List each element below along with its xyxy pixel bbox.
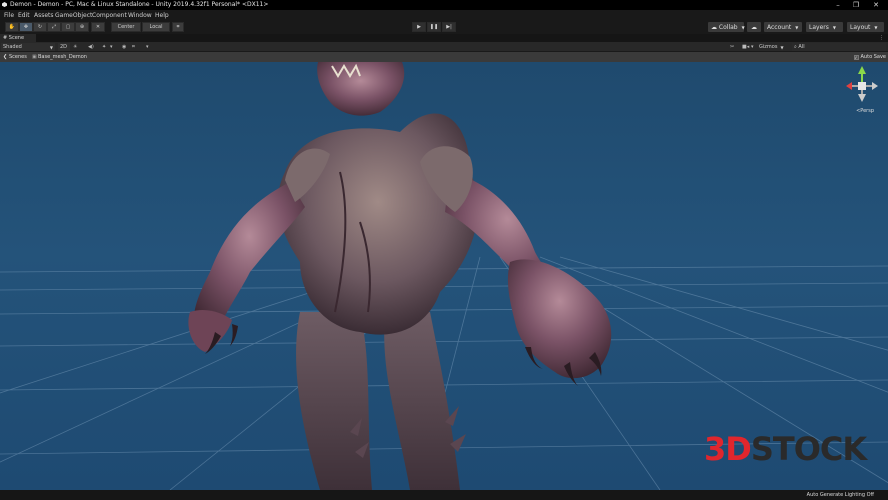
unity-logo-icon — [2, 2, 7, 7]
window-title: Demon - Demon - PC, Mac & Linux Standalo… — [10, 1, 269, 8]
minimize-button[interactable]: – — [830, 0, 846, 10]
rotate-tool-icon[interactable]: ↻ — [33, 22, 47, 32]
draw-mode-label: Shaded — [3, 44, 22, 50]
window-title-bar: Demon - Demon - PC, Mac & Linux Standalo… — [0, 0, 888, 10]
pivot-center-toggle[interactable]: Center — [111, 22, 141, 32]
pause-button[interactable]: ❚❚ — [427, 22, 441, 32]
auto-save-checkbox[interactable]: ✓ — [853, 54, 859, 60]
menu-bar: File Edit Assets GameObject Component Wi… — [0, 10, 888, 20]
collab-caret-icon: ▼ — [741, 24, 745, 30]
pivot-local-label: Local — [149, 24, 163, 30]
custom-tool-icon[interactable]: ✕ — [91, 22, 105, 32]
watermark-logo: 3DSTOCK — [704, 430, 867, 468]
demon-model — [188, 62, 612, 490]
menu-gameobject[interactable]: GameObject — [55, 12, 92, 19]
hidden-objects-icon[interactable]: ◉ — [122, 43, 126, 51]
status-bar: Auto Generate Lighting Off — [0, 490, 888, 500]
move-tool-icon[interactable]: ✥ — [19, 22, 33, 32]
scale-tool-icon[interactable]: ⤢ — [47, 22, 61, 32]
2d-toggle[interactable]: 2D — [58, 43, 70, 51]
grid-snap-icon[interactable]: ⌗ — [172, 22, 184, 32]
rect-tool-icon[interactable]: ▢ — [61, 22, 75, 32]
breadcrumb-object[interactable]: Base_mesh_Demon — [38, 54, 87, 60]
menu-component[interactable]: Component — [92, 12, 127, 19]
step-button[interactable]: ▶| — [442, 22, 456, 32]
scene-viewport[interactable]: <Persp — [0, 62, 888, 490]
layout-label: Layout — [850, 23, 871, 31]
effects-caret-icon[interactable]: ▾ — [110, 43, 113, 51]
account-dropdown[interactable]: Account ▼ — [764, 22, 802, 32]
scene-tab-icon: # — [3, 35, 8, 41]
auto-save-label: Auto Save — [860, 54, 886, 60]
scene-view-canvas — [0, 62, 888, 490]
maximize-button[interactable]: ❐ — [848, 0, 864, 10]
auto-save-toggle[interactable]: ✓ Auto Save — [853, 54, 886, 60]
scene-grid-caret-icon[interactable]: ▾ — [146, 43, 149, 51]
gizmos-caret-icon: ▼ — [780, 44, 784, 50]
tab-scene-label: Scene — [8, 35, 25, 41]
2d-label: 2D — [60, 44, 68, 50]
transform-tool-icon[interactable]: ⊕ — [75, 22, 89, 32]
breadcrumb: ❮ Scenes ▣ Base_mesh_Demon ✓ Auto Save — [0, 52, 888, 62]
layers-label: Layers — [809, 23, 829, 31]
pivot-center-label: Center — [117, 24, 135, 30]
collab-label: Collab — [718, 23, 738, 31]
main-toolbar: ✋ ✥ ↻ ⤢ ▢ ⊕ ✕ Center Local ⌗ ▶ ❚❚ ▶| ☁ C… — [0, 20, 888, 34]
menu-edit[interactable]: Edit — [18, 12, 30, 19]
audio-toggle-icon[interactable]: ◀) — [88, 43, 94, 51]
tools-icon[interactable]: ✂ — [730, 43, 734, 51]
cloud-services-button[interactable]: ☁ — [747, 22, 761, 32]
cloud-icon: ☁ — [711, 23, 717, 31]
menu-window[interactable]: Window — [128, 12, 152, 19]
pivot-local-toggle[interactable]: Local — [142, 22, 170, 32]
menu-file[interactable]: File — [4, 12, 14, 19]
tab-bar: # Scene ⋮ — [0, 34, 888, 42]
orientation-gizmo — [846, 66, 878, 102]
search-icon: ⌕ — [794, 44, 797, 50]
breadcrumb-scenes[interactable]: Scenes — [9, 54, 27, 60]
gizmos-label: Gizmos — [759, 44, 778, 50]
draw-mode-dropdown[interactable]: Shaded ▼ — [1, 43, 55, 51]
scene-search-field[interactable]: ⌕ All — [792, 43, 886, 51]
persp-label[interactable]: <Persp — [856, 108, 874, 114]
collab-dropdown[interactable]: ☁ Collab ▼ — [708, 22, 745, 32]
account-label: Account — [767, 23, 792, 31]
effects-toggle-icon[interactable]: ✦ — [102, 43, 106, 51]
prefab-icon: ▣ — [32, 54, 37, 60]
watermark-3d: 3D — [704, 430, 752, 468]
layout-dropdown[interactable]: Layout ▼ — [847, 22, 884, 32]
cloud-services-icon: ☁ — [751, 23, 757, 31]
scene-grid-icon[interactable]: ⌗ — [132, 43, 135, 51]
camera-icon[interactable]: ■◂ — [742, 43, 749, 51]
back-scenes-icon[interactable]: ❮ — [3, 54, 7, 60]
play-button[interactable]: ▶ — [412, 22, 426, 32]
menu-assets[interactable]: Assets — [34, 12, 54, 19]
camera-caret-icon[interactable]: ▾ — [751, 43, 754, 51]
watermark-stock: STOCK — [750, 430, 867, 468]
menu-help[interactable]: Help — [155, 12, 169, 19]
search-label: All — [798, 44, 805, 50]
draw-mode-caret-icon: ▼ — [49, 44, 53, 50]
hand-tool-icon[interactable]: ✋ — [5, 22, 19, 32]
close-button[interactable]: ✕ — [868, 0, 884, 10]
lighting-status[interactable]: Auto Generate Lighting Off — [807, 492, 874, 498]
gizmos-dropdown[interactable]: Gizmos ▼ — [757, 43, 789, 51]
layout-caret-icon: ▼ — [874, 24, 878, 30]
scene-toolbar: Shaded ▼ 2D ☀ ◀) ✦ ▾ ◉ ⌗ ▾ ✂ ■◂ ▾ Gizmos ▼… — [0, 42, 888, 52]
layers-caret-icon: ▼ — [832, 24, 836, 30]
tab-scene[interactable]: # Scene — [0, 34, 36, 42]
account-caret-icon: ▼ — [795, 24, 799, 30]
layers-dropdown[interactable]: Layers ▼ — [806, 22, 843, 32]
tab-menu-icon[interactable]: ⋮ — [879, 34, 884, 42]
lighting-toggle-icon[interactable]: ☀ — [73, 43, 77, 51]
